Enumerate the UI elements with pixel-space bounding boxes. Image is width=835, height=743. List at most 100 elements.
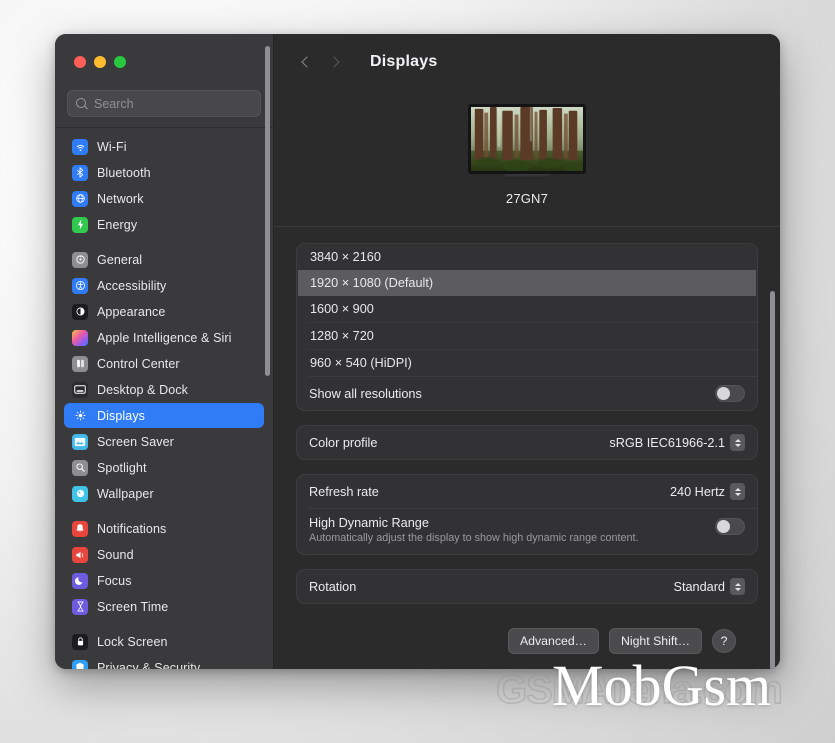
sidebar-item-label: Wi-Fi — [97, 139, 127, 154]
sidebar-item-spotlight[interactable]: Spotlight — [64, 455, 264, 480]
sidebar-item-network[interactable]: Network — [64, 186, 264, 211]
sidebar-item-screen-saver[interactable]: Screen Saver — [64, 429, 264, 454]
resolution-label: 1280 × 720 — [310, 329, 374, 343]
hdr-toggle[interactable] — [715, 518, 745, 535]
control-center-icon — [72, 355, 88, 372]
sidebar-nav: Wi-Fi Bluetooth Network Energy General A… — [55, 134, 273, 669]
sidebar-group-security: Lock Screen Privacy & Security — [64, 629, 264, 669]
sidebar-item-wi-fi[interactable]: Wi-Fi — [64, 134, 264, 159]
color-profile-value: sRGB IEC61966-2.1 — [609, 435, 725, 450]
sidebar-item-label: Screen Saver — [97, 434, 174, 449]
content-scrollbar[interactable] — [770, 291, 775, 669]
refresh-rate-row: Refresh rate 240 Hertz — [297, 475, 757, 508]
notifications-icon — [72, 520, 88, 537]
night-shift-button[interactable]: Night Shift… — [608, 628, 702, 655]
zoom-button[interactable] — [114, 56, 126, 68]
monitor-graphic[interactable] — [468, 104, 586, 179]
back-button[interactable] — [292, 49, 318, 75]
chevron-left-icon — [300, 56, 313, 68]
resolution-option-1280x720[interactable]: 1280 × 720 — [298, 323, 756, 349]
sidebar-scrollbar[interactable] — [265, 46, 270, 376]
chevron-updown-icon — [730, 483, 745, 500]
sidebar-item-bluetooth[interactable]: Bluetooth — [64, 160, 264, 185]
sidebar-item-general[interactable]: General — [64, 247, 264, 272]
sidebar-item-label: Accessibility — [97, 278, 167, 293]
displays-icon — [72, 407, 88, 424]
help-button[interactable]: ? — [712, 629, 736, 654]
sidebar-item-focus[interactable]: Focus — [64, 568, 264, 593]
content-toolbar: Displays — [274, 34, 780, 90]
hdr-description: Automatically adjust the display to show… — [309, 532, 639, 544]
sidebar-item-label: Control Center — [97, 356, 180, 371]
wifi-icon — [72, 138, 88, 155]
sidebar-item-displays[interactable]: Displays — [64, 403, 264, 428]
wallpaper-icon — [72, 485, 88, 502]
show-all-resolutions-row: Show all resolutions — [297, 377, 757, 410]
sidebar-item-screen-time[interactable]: Screen Time — [64, 594, 264, 619]
search-placeholder: Search — [94, 96, 134, 111]
resolution-option-3840x2160[interactable]: 3840 × 2160 — [298, 244, 756, 270]
desktop-dock-icon — [72, 381, 88, 398]
search-container: Search — [55, 90, 273, 127]
sidebar-item-label: Network — [97, 191, 144, 206]
resolution-option-1920x1080[interactable]: 1920 × 1080 (Default) — [298, 270, 756, 296]
lock-screen-icon — [72, 633, 88, 650]
resolution-option-1600x900[interactable]: 1600 × 900 — [298, 296, 756, 322]
sidebar-group-system: General Accessibility Appearance Apple I… — [64, 247, 264, 506]
rotation-label: Rotation — [309, 579, 357, 594]
sidebar-item-label: General — [97, 252, 143, 267]
advanced-button[interactable]: Advanced… — [507, 628, 599, 655]
sidebar-item-control-center[interactable]: Control Center — [64, 351, 264, 376]
siri-icon — [72, 329, 88, 346]
chevron-updown-icon — [730, 434, 745, 451]
color-profile-popup[interactable]: sRGB IEC61966-2.1 — [609, 434, 745, 451]
sidebar-item-privacy-security[interactable]: Privacy & Security — [64, 655, 264, 669]
sidebar-item-label: Displays — [97, 408, 146, 423]
hdr-label: High Dynamic Range — [309, 516, 429, 530]
resolution-option-960x540[interactable]: 960 × 540 (HiDPI) — [298, 350, 756, 376]
rotation-popup[interactable]: Standard — [673, 578, 745, 596]
refresh-rate-popup[interactable]: 240 Hertz — [670, 483, 745, 500]
resolution-card: 3840 × 2160 1920 × 1080 (Default) 1600 ×… — [296, 243, 758, 411]
sidebar-item-desktop-dock[interactable]: Desktop & Dock — [64, 377, 264, 402]
sidebar-item-lock-screen[interactable]: Lock Screen — [64, 629, 264, 654]
sidebar-item-label: Lock Screen — [97, 634, 168, 649]
chevron-right-icon — [327, 56, 340, 68]
rotation-card: Rotation Standard — [296, 569, 758, 605]
search-input[interactable]: Search — [67, 90, 261, 117]
forward-button[interactable] — [322, 49, 348, 75]
appearance-icon — [72, 303, 88, 320]
sidebar-item-notifications[interactable]: Notifications — [64, 516, 264, 541]
gear-icon — [72, 251, 88, 268]
resolution-label: 1920 × 1080 (Default) — [310, 276, 434, 290]
sidebar-item-accessibility[interactable]: Accessibility — [64, 273, 264, 298]
page-title: Displays — [370, 53, 438, 70]
sidebar-item-sound[interactable]: Sound — [64, 542, 264, 567]
sidebar-item-apple-intelligence-siri[interactable]: Apple Intelligence & Siri — [64, 325, 264, 350]
minimize-button[interactable] — [94, 56, 106, 68]
sidebar-group-alerts: Notifications Sound Focus Screen Time — [64, 516, 264, 619]
screen-time-icon — [72, 598, 88, 615]
sidebar-item-energy[interactable]: Energy — [64, 212, 264, 237]
sidebar-item-appearance[interactable]: Appearance — [64, 299, 264, 324]
sidebar-item-label: Spotlight — [97, 460, 147, 475]
resolution-label: 3840 × 2160 — [310, 250, 381, 264]
settings-scroll-area: 3840 × 2160 1920 × 1080 (Default) 1600 ×… — [274, 227, 780, 669]
refresh-rate-value: 240 Hertz — [669, 484, 725, 499]
sidebar-item-label: Privacy & Security — [97, 660, 201, 670]
sidebar-item-label: Notifications — [97, 521, 167, 536]
hdr-row: High Dynamic Range Automatically adjust … — [297, 509, 757, 554]
toggle-knob — [717, 387, 730, 400]
bluetooth-icon — [72, 164, 88, 181]
privacy-security-icon — [72, 659, 88, 669]
refresh-hdr-card: Refresh rate 240 Hertz High Dynamic Rang… — [296, 474, 758, 556]
show-all-resolutions-toggle[interactable] — [715, 385, 745, 402]
resolution-label: 960 × 540 (HiDPI) — [310, 356, 412, 370]
display-preview: 27GN7 — [274, 90, 780, 227]
search-icon — [76, 97, 88, 110]
rotation-value: Standard — [673, 579, 726, 594]
sidebar-item-label: Desktop & Dock — [97, 382, 189, 397]
wallpaper-thumbnail — [471, 107, 583, 171]
close-button[interactable] — [74, 56, 86, 68]
sidebar-item-wallpaper[interactable]: Wallpaper — [64, 481, 264, 506]
